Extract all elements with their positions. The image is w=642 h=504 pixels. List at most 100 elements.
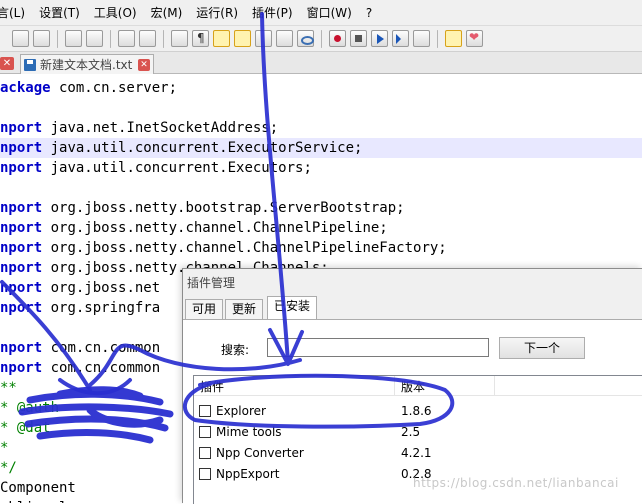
menu-run[interactable]: 运行(R) (189, 4, 245, 21)
keyword: nport (0, 340, 43, 356)
close-icon[interactable]: ✕ (138, 58, 150, 71)
tab-new-text-document[interactable]: 新建文本文档.txt ✕ (20, 54, 154, 74)
tab-installed[interactable]: 已安装 (267, 296, 318, 320)
plugin-checkbox[interactable] (199, 468, 211, 480)
keyword: nport (0, 120, 43, 136)
word-wrap-icon[interactable] (171, 30, 188, 47)
plugin-row[interactable]: Npp Converter 4.2.1 (194, 443, 642, 464)
keyword: nport (0, 280, 43, 296)
code-text: */ (0, 460, 17, 476)
run-macro-multiple-icon[interactable] (392, 30, 409, 47)
code-text: java.net.InetSocketAddress; (42, 120, 279, 136)
menu-plugins[interactable]: 插件(P) (245, 4, 300, 21)
sync-horizontal-icon[interactable] (139, 30, 156, 47)
language-define-icon[interactable] (234, 30, 251, 47)
code-line: nport org.jboss.netty.bootstrap.ServerBo… (0, 198, 642, 218)
code-text: Component (0, 480, 76, 496)
code-text: org.jboss.netty.channel.ChannelPipeline; (42, 220, 388, 236)
code-text: com.cn.common (42, 340, 161, 356)
code-line: nport java.net.InetSocketAddress; (0, 118, 642, 138)
menu-settings[interactable]: 设置(T) (32, 4, 87, 21)
column-header-version[interactable]: 版本 (401, 378, 425, 395)
code-line: ackage com.cn.server; (0, 78, 642, 98)
plugin-version: 4.2.1 (401, 446, 432, 460)
binoculars-icon[interactable] (12, 30, 29, 47)
keyword: nport (0, 160, 43, 176)
menu-bar: 言(L) 设置(T) 工具(O) 宏(M) 运行(R) 插件(P) 窗口(W) … (0, 0, 642, 26)
tab-label: 新建文本文档.txt (40, 58, 133, 72)
replace-icon[interactable] (33, 30, 50, 47)
code-line: nport org.jboss.netty.channel.ChannelPip… (0, 218, 642, 238)
code-text: org.jboss.netty.bootstrap.ServerBootstra… (42, 200, 405, 216)
next-button[interactable]: 下一个 (499, 337, 585, 359)
code-text: org.jboss.net (42, 280, 161, 296)
tab-available[interactable]: 可用 (185, 299, 224, 319)
plugin-checkbox[interactable] (199, 405, 211, 417)
save-macro-icon[interactable] (413, 30, 430, 47)
keyword: nport (0, 200, 43, 216)
doc-map-icon[interactable] (255, 30, 272, 47)
plugin-name: Mime tools (216, 425, 282, 439)
keyword: nport (0, 300, 43, 316)
code-line: nport java.util.concurrent.ExecutorServi… (0, 138, 642, 158)
keyword: nport (0, 240, 43, 256)
tab-updates[interactable]: 更新 (225, 299, 264, 319)
code-text: com.cn.server; (50, 80, 178, 96)
plugin-version: 2.5 (401, 425, 421, 439)
menu-window[interactable]: 窗口(W) (300, 4, 359, 21)
sync-vertical-icon[interactable] (118, 30, 135, 47)
folder-workspace-icon[interactable] (445, 30, 462, 47)
zoom-in-icon[interactable] (65, 30, 82, 47)
keyword: nport (0, 220, 43, 236)
close-icon[interactable]: ✕ (0, 57, 14, 70)
column-divider (394, 376, 395, 396)
plugin-manager-dialog: 插件管理 可用 更新 已安装 搜索: 下一个 插件 版本 Explorer 1.… (182, 268, 642, 504)
plugin-version: 1.8.6 (401, 404, 432, 418)
monitoring-eye-icon[interactable] (297, 30, 314, 47)
plugin-row[interactable]: Explorer 1.8.6 (194, 401, 642, 422)
plugin-checkbox[interactable] (199, 426, 211, 438)
code-text: * (0, 440, 9, 456)
code-text: org.springfra (42, 300, 161, 316)
code-text: * @auth (0, 400, 60, 416)
code-line: nport org.jboss.netty.channel.ChannelPip… (0, 238, 642, 258)
column-header-plugin[interactable]: 插件 (200, 378, 224, 395)
plugin-name: Explorer (216, 404, 266, 418)
indent-guide-icon[interactable] (213, 30, 230, 47)
code-line: nport java.util.concurrent.Executors; (0, 158, 642, 178)
keyword: nport (0, 360, 43, 376)
toolbar-separator (163, 29, 164, 48)
function-list-icon[interactable] (276, 30, 293, 47)
plugin-name: NppExport (216, 467, 280, 481)
plugin-checkbox[interactable] (199, 447, 211, 459)
record-macro-icon[interactable] (329, 30, 346, 47)
code-text: java.util.concurrent.ExecutorService; (42, 140, 363, 156)
code-text: org.jboss.netty.channel.ChannelPipelineF… (42, 240, 447, 256)
toolbar-separator (110, 29, 111, 48)
toolbar-separator (437, 29, 438, 48)
search-input[interactable] (267, 338, 489, 357)
menu-language[interactable]: 言(L) (0, 4, 32, 21)
code-text: com.cn.common (42, 360, 161, 376)
toolbar-separator (321, 29, 322, 48)
list-header: 插件 版本 (194, 376, 642, 396)
show-all-chars-icon[interactable] (192, 30, 209, 47)
menu-macro[interactable]: 宏(M) (144, 4, 190, 21)
heart-icon[interactable] (466, 30, 483, 47)
play-macro-icon[interactable] (371, 30, 388, 47)
keyword: nport (0, 140, 43, 156)
keyword: nport (0, 260, 43, 276)
toolbar-separator (57, 29, 58, 48)
plugin-row[interactable]: Mime tools 2.5 (194, 422, 642, 443)
menu-tools[interactable]: 工具(O) (87, 4, 144, 21)
column-divider (494, 376, 495, 396)
search-label: 搜索: (221, 343, 250, 357)
stop-macro-icon[interactable] (350, 30, 367, 47)
zoom-out-icon[interactable] (86, 30, 103, 47)
code-text: * @dat (0, 420, 51, 436)
saved-file-icon (24, 58, 36, 71)
plugin-name: Npp Converter (216, 446, 304, 460)
menu-help[interactable]: ? (359, 6, 379, 20)
